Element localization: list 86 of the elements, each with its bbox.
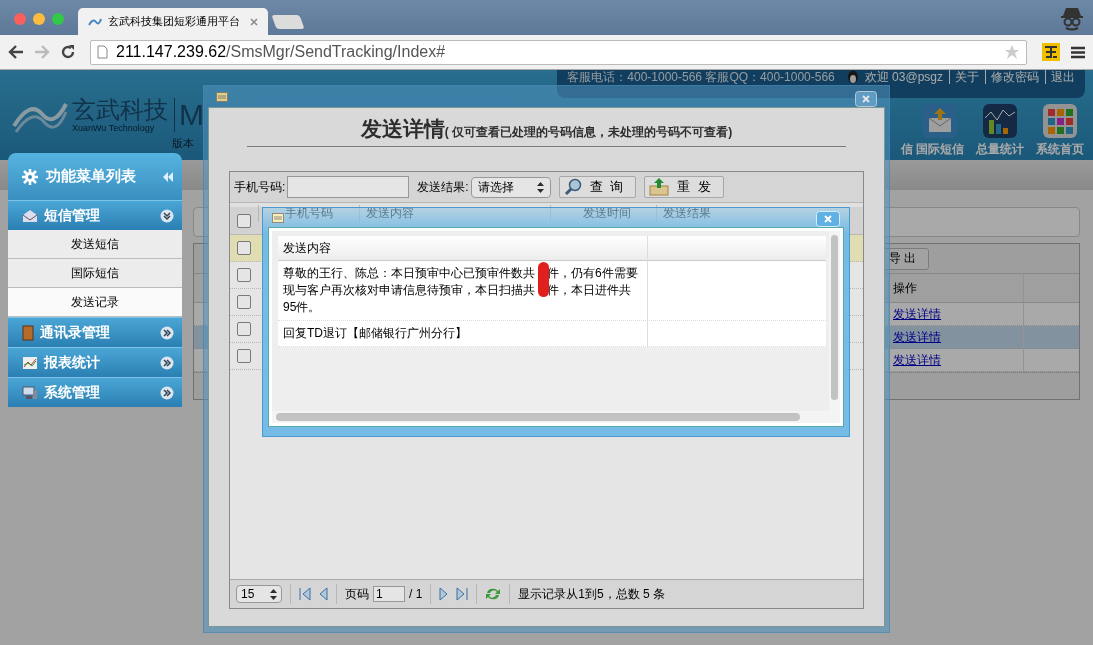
page-icon [97, 45, 108, 59]
window-icon [216, 91, 228, 102]
reload-icon[interactable] [60, 44, 76, 60]
horizontal-scrollbar[interactable] [272, 411, 840, 423]
column-header: 发送内容 [278, 235, 648, 261]
expand-arrow-icon[interactable] [160, 355, 174, 370]
total-pages: / 1 [409, 587, 423, 601]
result-select[interactable]: 请选择 [470, 176, 551, 198]
menu-group[interactable]: 系统管理 [8, 377, 182, 407]
menu-icon[interactable] [1071, 45, 1085, 59]
menu-item[interactable]: 发送短信 [8, 230, 182, 259]
header-link[interactable]: 修改密码 [985, 70, 1039, 84]
welcome-text: 欢迎 03@psgz [864, 70, 943, 84]
row-checkbox[interactable] [237, 268, 251, 282]
window-icon [272, 212, 284, 223]
details-link[interactable]: 发送详情 [893, 307, 941, 321]
phone-field[interactable] [287, 176, 410, 198]
envelope-icon [22, 208, 38, 223]
minimize-window-button[interactable] [33, 13, 45, 25]
back-icon[interactable] [8, 45, 24, 59]
expand-arrow-icon[interactable] [160, 325, 174, 340]
zoom-window-button[interactable] [52, 13, 64, 25]
record-summary: 显示记录从1到5，总数 5 条 [518, 585, 666, 603]
details-link[interactable]: 发送详情 [893, 330, 941, 344]
close-icon[interactable] [250, 17, 258, 26]
menu-group[interactable]: 通讯录管理 [8, 317, 182, 347]
header-link[interactable]: 关于 [949, 70, 979, 84]
wave-icon [88, 16, 102, 27]
address-field[interactable]: 211.147.239.62/SmsMgr/SendTracking/Index# [90, 39, 1027, 65]
dialog-heading: 发送详情 [360, 116, 445, 142]
star-icon[interactable] [1004, 44, 1020, 60]
menu-group[interactable]: 短信管理 [8, 200, 182, 230]
menu-item[interactable]: 发送记录 [8, 288, 182, 317]
incognito-icon [1059, 5, 1085, 31]
refresh-icon[interactable] [485, 586, 502, 602]
resend-button[interactable]: 重 发 [644, 176, 724, 198]
last-page-icon[interactable] [456, 587, 469, 601]
row-checkbox[interactable] [237, 241, 251, 255]
previous-page-icon[interactable] [319, 587, 328, 601]
chart-icon[interactable] [983, 104, 1017, 138]
row-checkbox[interactable] [237, 295, 251, 309]
column-header: 发送时间 [550, 205, 656, 222]
browser-tab[interactable]: 玄武科技集团短彩通用平台 [78, 8, 268, 35]
phone-label: 手机号码: [234, 178, 286, 196]
expand-arrow-icon[interactable] [160, 385, 174, 400]
header-link[interactable]: 退出 [1045, 70, 1075, 84]
menu-item[interactable]: 国际短信 [8, 259, 182, 288]
collapse-arrow-icon[interactable] [160, 208, 174, 223]
grid-icon[interactable] [1043, 104, 1077, 138]
version-label: 版本 [172, 136, 194, 151]
updown-arrows-icon [270, 588, 277, 600]
first-page-icon[interactable] [299, 587, 311, 601]
search-icon [563, 178, 582, 196]
details-link[interactable]: 发送详情 [893, 353, 941, 367]
logo-text: 玄武科技 [72, 97, 168, 123]
monitor-icon [22, 385, 38, 400]
updown-arrows-icon [536, 181, 544, 193]
page-size-select[interactable]: 15 [236, 585, 282, 603]
page-label: 页码 [345, 585, 369, 603]
new-tab-button[interactable] [271, 15, 305, 29]
result-label: 发送结果: [417, 178, 469, 196]
book-icon [22, 324, 34, 341]
vertical-scrollbar[interactable] [829, 231, 840, 411]
column-header: 操作 [889, 274, 1024, 303]
row-checkbox[interactable] [237, 349, 251, 363]
column-header: 发送内容 [359, 205, 550, 222]
product-name: M [174, 98, 204, 132]
forward-icon[interactable] [34, 45, 50, 59]
search-button[interactable]: 查 询 [558, 176, 637, 198]
column-header: 发送结果 [656, 205, 743, 222]
table-cell: 回复TD退订【邮储银行广州分行】 [278, 321, 648, 346]
service-info: 客服电话：400-1000-566 客服QQ：400-1000-566 [567, 70, 835, 84]
extension-icon[interactable] [1041, 42, 1061, 62]
upload-icon [649, 178, 670, 196]
gear-icon [22, 168, 38, 185]
chart-icon [22, 355, 38, 370]
mail-upload-icon[interactable] [923, 104, 957, 138]
row-checkbox[interactable] [237, 322, 251, 336]
sidebar-title: 功能菜单列表 [46, 167, 137, 186]
dialog-note: ( 仅可查看已处理的号码信息，未处理的号码不可查看) [444, 125, 733, 139]
select-all-checkbox[interactable] [237, 213, 251, 228]
next-page-icon[interactable] [439, 587, 449, 601]
menu-group[interactable]: 报表统计 [8, 347, 182, 377]
collapse-icon[interactable] [162, 171, 174, 182]
logo-subtitle: XuanWu Technology [72, 123, 156, 133]
page-field[interactable]: 1 [373, 586, 405, 602]
